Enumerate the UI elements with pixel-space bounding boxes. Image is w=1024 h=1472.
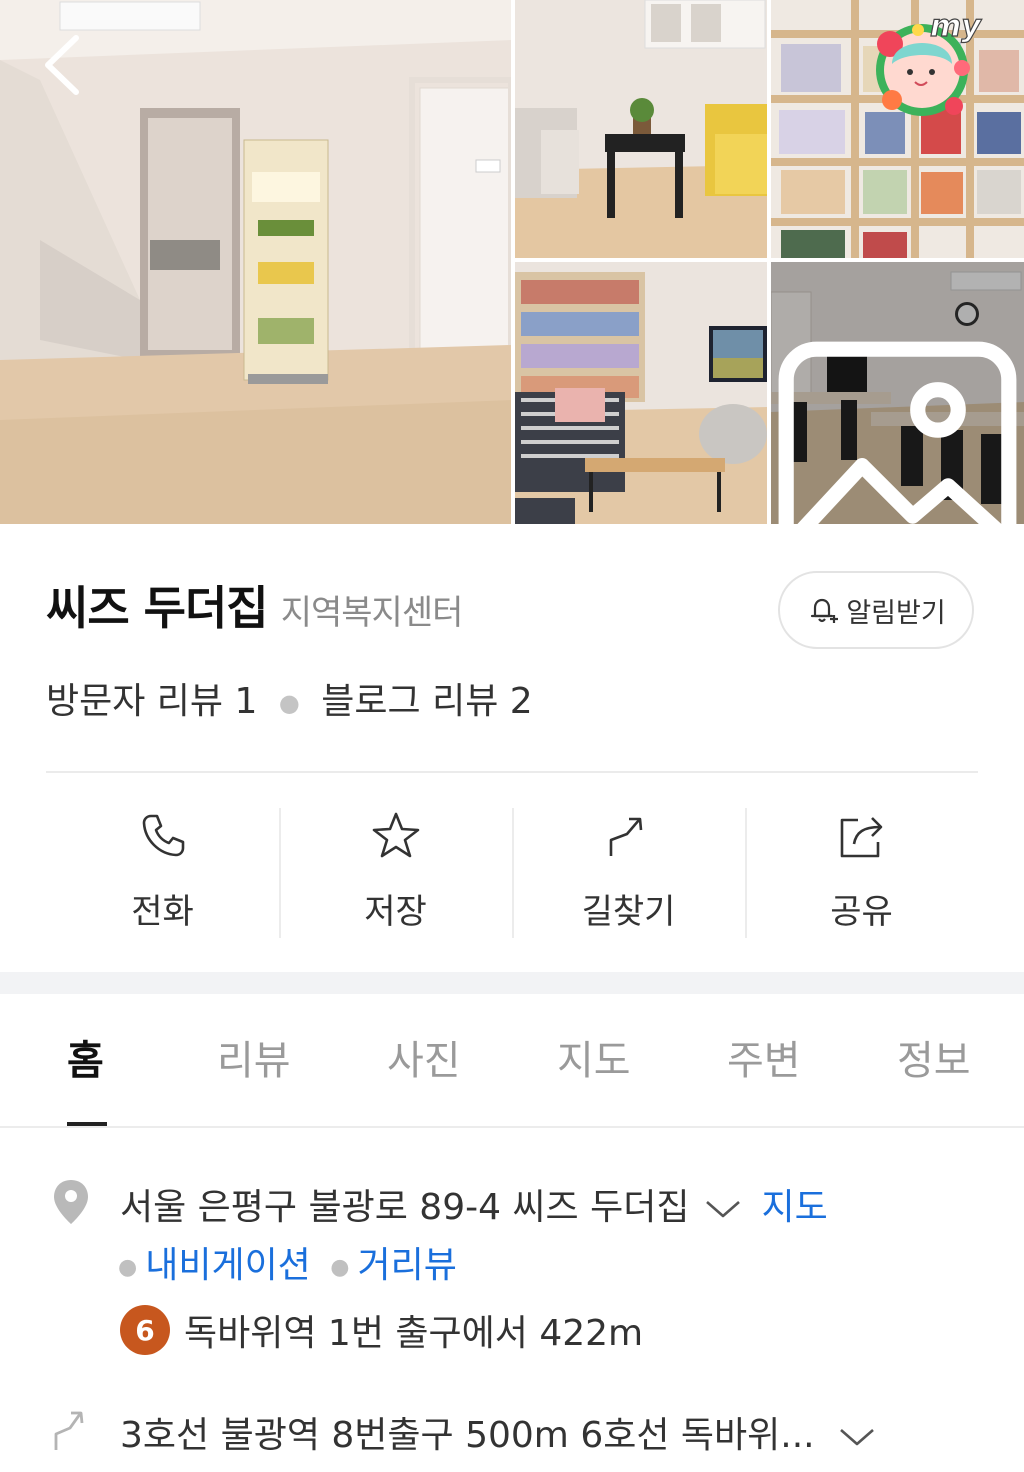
subway-line-badge: 6 bbox=[120, 1305, 170, 1355]
directions-text: 3호선 불광역 8번출구 500m 6호선 독바위... bbox=[120, 1415, 815, 1456]
street-view-link[interactable]: 거리뷰 bbox=[357, 1245, 456, 1286]
star-icon bbox=[372, 812, 419, 858]
navigation-link[interactable]: 내비게이션 bbox=[145, 1245, 311, 1286]
directions-icon bbox=[609, 817, 642, 856]
call-button[interactable]: 전화 bbox=[46, 806, 279, 938]
blog-reviews-link[interactable]: 블로그 리뷰 2 bbox=[321, 681, 532, 722]
share-button[interactable]: 공유 bbox=[745, 806, 978, 938]
tab-nearby[interactable]: 주변 bbox=[727, 1028, 801, 1086]
phone-icon bbox=[142, 814, 184, 857]
place-name: 씨즈 두더집 bbox=[46, 581, 269, 635]
tab-photos[interactable]: 사진 bbox=[387, 1028, 461, 1086]
my-badge-text: my bbox=[930, 9, 982, 44]
more-photos: +3 bbox=[771, 334, 1024, 524]
review-summary: 방문자 리뷰 1 ● 블로그 리뷰 2 bbox=[46, 672, 533, 724]
separator-dot: ● bbox=[118, 1254, 138, 1280]
save-button[interactable]: 저장 bbox=[279, 806, 512, 938]
back-arrow-icon[interactable] bbox=[36, 30, 92, 100]
tab-info[interactable]: 정보 bbox=[897, 1028, 971, 1086]
photo-gallery: +3 my bbox=[0, 0, 1024, 524]
call-label: 전화 bbox=[131, 892, 194, 932]
chevron-down-icon[interactable] bbox=[703, 1198, 743, 1220]
address-row: 서울 은평구 불광로 89-4 씨즈 두더집 지도 bbox=[120, 1178, 828, 1230]
directions-button[interactable]: 길찾기 bbox=[512, 806, 745, 938]
subway-info: 6 독바위역 1번 출구에서 422m bbox=[120, 1304, 643, 1356]
place-title: 씨즈 두더집 지역복지센터 bbox=[46, 572, 464, 638]
my-profile-badge[interactable]: my bbox=[870, 8, 988, 124]
map-link[interactable]: 지도 bbox=[761, 1187, 827, 1228]
tabs-divider bbox=[0, 1126, 1024, 1128]
address-links: ● 내비게이션 ● 거리뷰 bbox=[118, 1236, 457, 1288]
location-pin-icon bbox=[54, 1180, 88, 1224]
gallery-photo-more[interactable]: +3 bbox=[771, 262, 1024, 524]
gallery-photo-3-image bbox=[515, 262, 767, 524]
subway-text: 독바위역 1번 출구에서 422m bbox=[184, 1313, 644, 1354]
bell-plus-icon bbox=[811, 598, 839, 623]
tab-bar: 홈 리뷰 사진 지도 주변 정보 bbox=[0, 994, 1024, 1127]
section-gap bbox=[0, 972, 1024, 994]
notify-button[interactable]: 알림받기 bbox=[778, 571, 974, 649]
address-text: 서울 은평구 불광로 89-4 씨즈 두더집 bbox=[120, 1187, 690, 1228]
save-label: 저장 bbox=[364, 892, 427, 932]
image-icon bbox=[778, 341, 1017, 524]
separator-dot: ● bbox=[330, 1254, 350, 1280]
route-icon bbox=[54, 1411, 84, 1450]
gallery-photo-1-image bbox=[515, 0, 767, 258]
place-category: 지역복지센터 bbox=[280, 593, 464, 633]
gallery-photo-3[interactable] bbox=[515, 262, 767, 524]
tab-home[interactable]: 홈 bbox=[67, 1028, 104, 1086]
directions-summary: 3호선 불광역 8번출구 500m 6호선 독바위... bbox=[120, 1406, 877, 1458]
tab-reviews[interactable]: 리뷰 bbox=[217, 1028, 291, 1086]
visitor-reviews-link[interactable]: 방문자 리뷰 1 bbox=[46, 681, 257, 722]
separator-dot: ● bbox=[278, 689, 300, 717]
tab-map[interactable]: 지도 bbox=[557, 1028, 631, 1086]
directions-label: 길찾기 bbox=[581, 892, 676, 932]
divider bbox=[46, 771, 978, 773]
gallery-photo-1[interactable] bbox=[515, 0, 767, 258]
action-bar: 전화 저장 길찾기 공유 bbox=[46, 806, 978, 938]
chevron-down-icon[interactable] bbox=[837, 1426, 877, 1448]
notify-label: 알림받기 bbox=[846, 597, 946, 629]
share-icon bbox=[840, 817, 882, 858]
share-label: 공유 bbox=[830, 892, 893, 932]
